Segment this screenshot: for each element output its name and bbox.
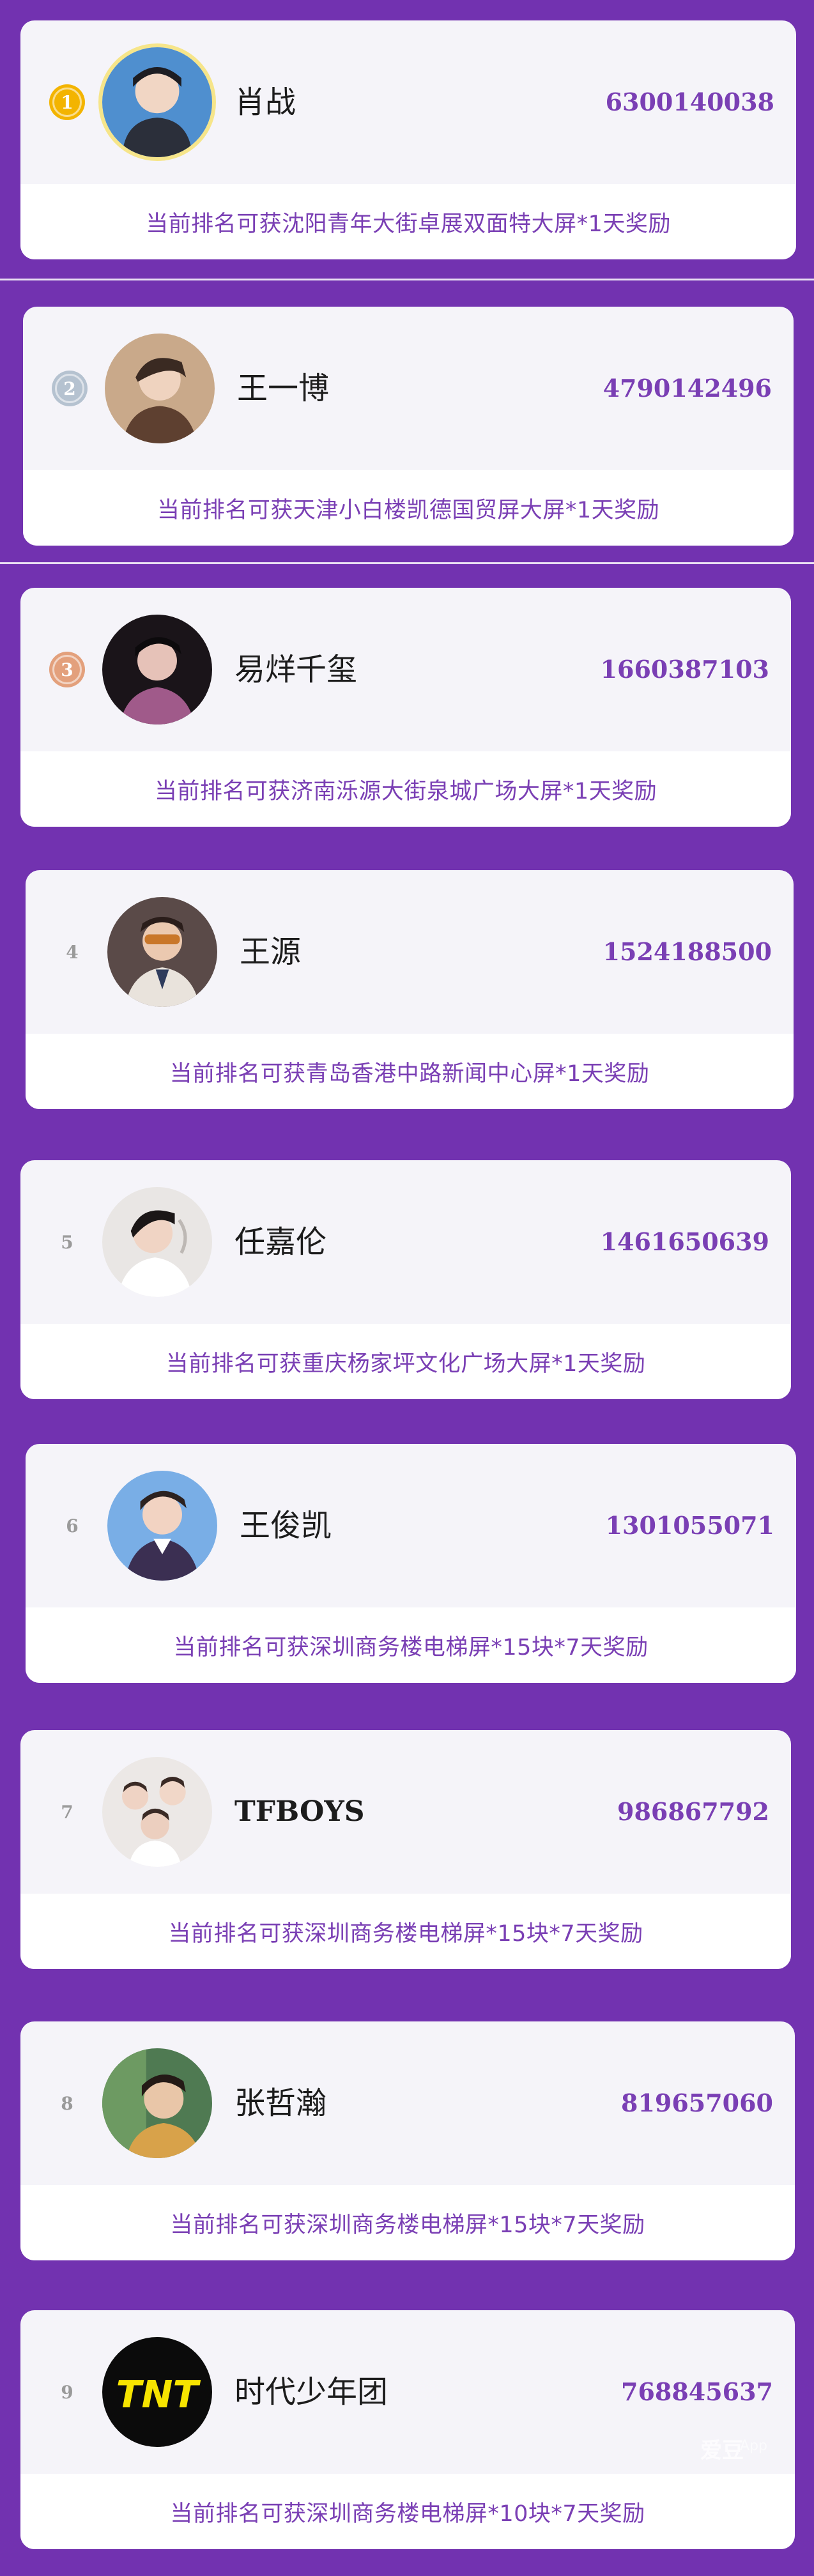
gold-medal-icon: 1 xyxy=(49,84,85,120)
rank-number: 7 xyxy=(61,1801,73,1823)
ranking-card-header: 8 张哲瀚 819657060 xyxy=(20,2021,795,2185)
ranking-card[interactable]: 7 TFBOYS 986867792 当前排名可获深圳商务楼电梯屏*15块*7天… xyxy=(20,1730,791,1969)
ranking-card-header: 1 肖战 6300140038 xyxy=(20,20,796,184)
reward-text: 当前排名可获沈阳青年大街卓展双面特大屏*1天奖励 xyxy=(20,184,796,259)
svg-text:TNT: TNT xyxy=(116,2373,201,2416)
silver-medal-icon: 2 xyxy=(52,371,88,406)
ranking-card[interactable]: 4 王源 1524188500 当前排名可获青岛香港中路新闻中心屏*1天奖励 xyxy=(26,870,794,1109)
app-watermark: 爱豆 App xyxy=(700,2433,783,2471)
artist-name: TFBOYS xyxy=(234,1795,365,1828)
group-photo-icon xyxy=(102,1757,212,1867)
avatar[interactable] xyxy=(102,1757,212,1867)
reward-text: 当前排名可获深圳商务楼电梯屏*15块*7天奖励 xyxy=(26,1607,796,1683)
portrait-icon xyxy=(107,897,217,1007)
vote-count: 6300140038 xyxy=(605,88,774,116)
artist-name: 任嘉伦 xyxy=(234,1224,327,1260)
ranking-card[interactable]: 5 任嘉伦 1461650639 当前排名可获重庆杨家坪文化广场大屏*1天奖励 xyxy=(20,1160,791,1399)
ranking-card[interactable]: 9 TNT 时代少年团 768845637 当前排名可获深圳商务楼电梯屏*10块… xyxy=(20,2310,795,2549)
ranking-card-header: 5 任嘉伦 1461650639 xyxy=(20,1160,791,1324)
avatar[interactable]: TNT xyxy=(102,2337,212,2447)
artist-name: 张哲瀚 xyxy=(234,2085,327,2121)
avatar[interactable] xyxy=(107,1471,217,1581)
rank-number: 9 xyxy=(61,2381,73,2403)
ranking-card-header: 7 TFBOYS 986867792 xyxy=(20,1730,791,1894)
ranking-card[interactable]: 6 王俊凯 1301055071 当前排名可获深圳商务楼电梯屏*15块*7天奖励 xyxy=(26,1444,796,1683)
portrait-icon xyxy=(102,47,212,157)
artist-name: 时代少年团 xyxy=(234,2374,388,2410)
portrait-icon xyxy=(107,1471,217,1581)
avatar[interactable] xyxy=(102,1187,212,1297)
ranking-card[interactable]: 8 张哲瀚 819657060 当前排名可获深圳商务楼电梯屏*15块*7天奖励 xyxy=(20,2021,795,2260)
ranking-card[interactable]: 1 肖战 6300140038 当前排名可获沈阳青年大街卓展双面特大屏*1天奖励 xyxy=(20,20,796,259)
ranking-card[interactable]: 3 易烊千玺 1660387103 当前排名可获济南泺源大街泉城广场大屏*1天奖… xyxy=(20,588,791,827)
ranking-card[interactable]: 2 王一博 4790142496 当前排名可获天津小白楼凯德国贸屏大屏*1天奖励 xyxy=(23,307,794,546)
vote-count: 4790142496 xyxy=(603,374,772,402)
avatar[interactable] xyxy=(107,897,217,1007)
avatar[interactable] xyxy=(105,334,215,443)
vote-count: 986867792 xyxy=(617,1797,769,1826)
divider xyxy=(0,279,814,280)
reward-text: 当前排名可获济南泺源大街泉城广场大屏*1天奖励 xyxy=(20,751,791,827)
portrait-icon xyxy=(102,2048,212,2158)
ranking-card-header: 4 王源 1524188500 xyxy=(26,870,794,1034)
artist-name: 王俊凯 xyxy=(240,1508,332,1544)
rank-number: 6 xyxy=(66,1515,79,1537)
artist-name: 王一博 xyxy=(237,371,330,406)
reward-text: 当前排名可获天津小白楼凯德国贸屏大屏*1天奖励 xyxy=(23,470,794,546)
vote-count: 768845637 xyxy=(621,2377,773,2406)
tnt-logo-icon: TNT xyxy=(102,2337,212,2447)
ranking-list: 1 肖战 6300140038 当前排名可获沈阳青年大街卓展双面特大屏*1天奖励… xyxy=(0,0,814,2576)
ranking-card-header: 2 王一博 4790142496 xyxy=(23,307,794,470)
ranking-card-header: 6 王俊凯 1301055071 xyxy=(26,1444,796,1607)
vote-count: 1524188500 xyxy=(603,937,772,966)
avatar[interactable] xyxy=(102,615,212,724)
reward-text: 当前排名可获深圳商务楼电梯屏*10块*7天奖励 xyxy=(20,2474,795,2549)
portrait-icon xyxy=(102,615,212,724)
watermark-sub: App xyxy=(740,2438,767,2454)
avatar[interactable] xyxy=(102,2048,212,2158)
reward-text: 当前排名可获深圳商务楼电梯屏*15块*7天奖励 xyxy=(20,1894,791,1969)
portrait-icon xyxy=(105,334,215,443)
ranking-card-header: 9 TNT 时代少年团 768845637 xyxy=(20,2310,795,2474)
portrait-icon xyxy=(102,1187,212,1297)
ranking-card-header: 3 易烊千玺 1660387103 xyxy=(20,588,791,751)
vote-count: 1301055071 xyxy=(605,1511,774,1540)
reward-text: 当前排名可获深圳商务楼电梯屏*15块*7天奖励 xyxy=(20,2185,795,2260)
rank-number: 4 xyxy=(66,941,79,963)
vote-count: 1461650639 xyxy=(600,1227,769,1256)
watermark-main: 爱豆 xyxy=(700,2438,744,2464)
rank-number: 8 xyxy=(61,2092,73,2114)
artist-name: 易烊千玺 xyxy=(234,652,358,687)
rank-number: 5 xyxy=(61,1231,73,1253)
artist-name: 肖战 xyxy=(234,84,296,120)
vote-count: 819657060 xyxy=(621,2089,773,2117)
artist-name: 王源 xyxy=(240,934,302,970)
avatar[interactable] xyxy=(102,47,212,157)
vote-count: 1660387103 xyxy=(600,655,769,684)
bronze-medal-icon: 3 xyxy=(49,652,85,687)
reward-text: 当前排名可获青岛香港中路新闻中心屏*1天奖励 xyxy=(26,1034,794,1109)
reward-text: 当前排名可获重庆杨家坪文化广场大屏*1天奖励 xyxy=(20,1324,791,1399)
divider xyxy=(0,562,814,564)
